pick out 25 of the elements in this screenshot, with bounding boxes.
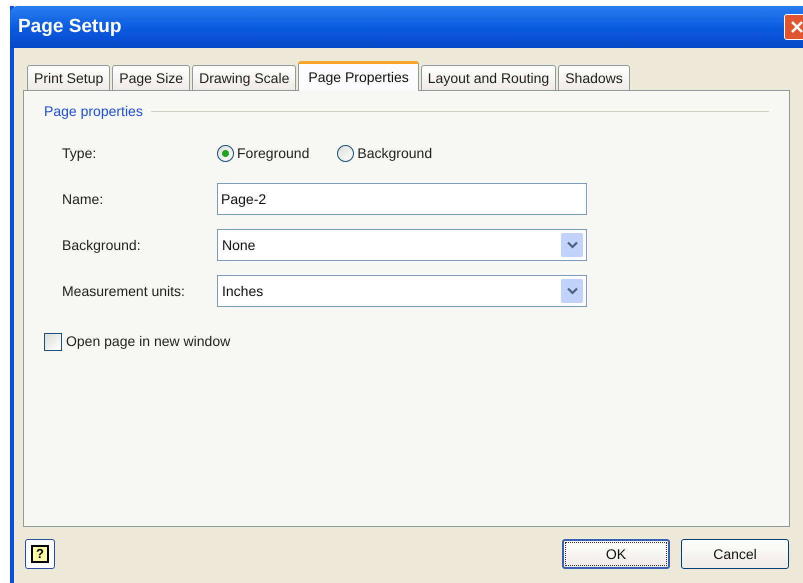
chevron-down-icon bbox=[561, 233, 583, 257]
chevron-down-icon bbox=[561, 279, 583, 303]
field-label: Name: bbox=[62, 190, 104, 208]
tab[interactable]: Page Size bbox=[112, 65, 190, 90]
close-button[interactable] bbox=[784, 14, 803, 40]
tab[interactable]: Layout and Routing bbox=[420, 65, 556, 90]
window-title: Page Setup bbox=[18, 14, 122, 39]
dropdown[interactable]: None bbox=[217, 229, 587, 261]
dialog-button[interactable]: OK bbox=[562, 539, 670, 569]
tab[interactable]: Drawing Scale bbox=[192, 65, 296, 90]
checkbox[interactable]: Open page in new window bbox=[44, 331, 769, 352]
radio-option[interactable]: Foreground bbox=[217, 142, 310, 164]
field-label: Background: bbox=[62, 236, 142, 255]
tab[interactable]: Print Setup bbox=[27, 65, 110, 90]
close-icon bbox=[790, 20, 803, 34]
tab[interactable]: Shadows bbox=[558, 65, 630, 90]
field-label: Type: bbox=[62, 144, 98, 163]
field-label: Measurement units: bbox=[62, 282, 186, 300]
dropdown[interactable]: Inches bbox=[217, 275, 587, 307]
help-button[interactable]: ? bbox=[25, 539, 55, 569]
dialog-button[interactable]: Cancel bbox=[681, 539, 789, 569]
tab[interactable]: Page Properties bbox=[298, 61, 419, 91]
group-title: Page properties bbox=[44, 102, 143, 121]
radio-option[interactable]: Background bbox=[337, 142, 432, 164]
name-field[interactable]: Page-2 bbox=[217, 183, 587, 215]
